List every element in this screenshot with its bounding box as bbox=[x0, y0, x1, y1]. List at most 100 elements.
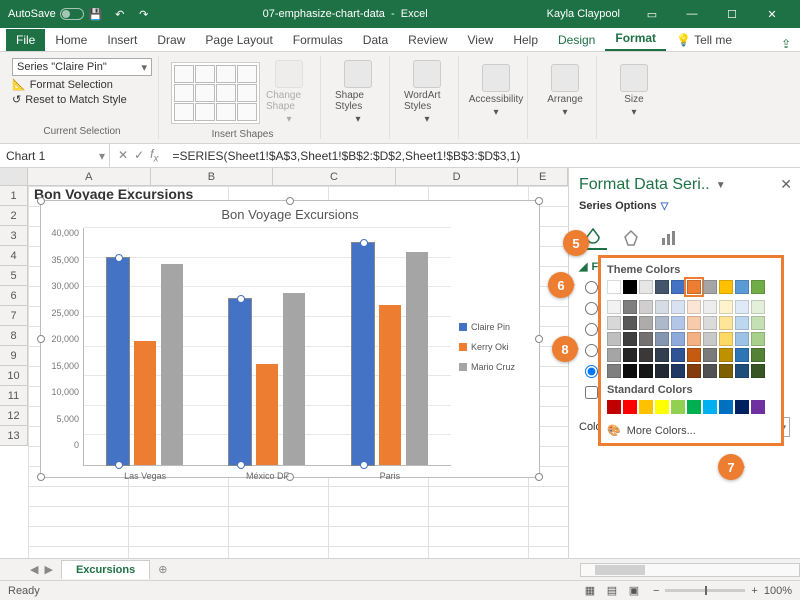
zoom-in-icon[interactable]: + bbox=[751, 585, 757, 597]
horizontal-scrollbar[interactable] bbox=[580, 563, 800, 577]
minimize-icon[interactable]: — bbox=[672, 0, 712, 28]
tab-data[interactable]: Data bbox=[353, 29, 398, 51]
name-box[interactable]: Chart 1 bbox=[0, 144, 110, 167]
fx-icon[interactable]: fx bbox=[150, 147, 158, 164]
zoom-level[interactable]: 100% bbox=[764, 585, 792, 597]
color-swatch[interactable] bbox=[751, 332, 765, 346]
share-icon[interactable]: ⇪ bbox=[772, 37, 800, 51]
bar-series-2[interactable] bbox=[406, 252, 428, 465]
color-swatch[interactable] bbox=[703, 316, 717, 330]
color-swatch[interactable] bbox=[607, 332, 621, 346]
color-swatch[interactable] bbox=[655, 332, 669, 346]
bar-series-0[interactable] bbox=[229, 299, 251, 465]
bar-series-1[interactable] bbox=[134, 341, 156, 465]
color-swatch[interactable] bbox=[687, 316, 701, 330]
row-header[interactable]: 8 bbox=[0, 326, 27, 346]
color-swatch[interactable] bbox=[735, 316, 749, 330]
maximize-icon[interactable]: ☐ bbox=[712, 0, 752, 28]
chart-object[interactable]: Bon Voyage Excursions 40,00035,00030,000… bbox=[40, 200, 540, 478]
color-swatch[interactable] bbox=[671, 364, 685, 378]
plot-area[interactable]: Las VegasMéxico DFParis bbox=[83, 228, 451, 466]
col-header[interactable]: B bbox=[151, 168, 274, 185]
color-swatch[interactable] bbox=[639, 316, 653, 330]
zoom-slider[interactable] bbox=[665, 589, 745, 592]
row-header[interactable]: 12 bbox=[0, 406, 27, 426]
color-swatch[interactable] bbox=[687, 364, 701, 378]
color-swatch[interactable] bbox=[719, 316, 733, 330]
user-name[interactable]: Kayla Claypool bbox=[547, 8, 620, 20]
color-swatch[interactable] bbox=[671, 348, 685, 362]
color-swatch[interactable] bbox=[687, 400, 701, 414]
sheet-nav-next-icon[interactable]: ▶ bbox=[42, 563, 54, 576]
row-header[interactable]: 6 bbox=[0, 286, 27, 306]
color-swatch[interactable] bbox=[623, 316, 637, 330]
series-options-tab-icon[interactable] bbox=[655, 226, 683, 250]
color-swatch[interactable] bbox=[655, 280, 669, 294]
effects-tab-icon[interactable] bbox=[617, 226, 645, 250]
color-swatch[interactable] bbox=[623, 332, 637, 346]
col-header[interactable]: A bbox=[28, 168, 151, 185]
color-swatch[interactable] bbox=[607, 316, 621, 330]
tab-file[interactable]: File bbox=[6, 29, 45, 51]
color-swatch[interactable] bbox=[735, 364, 749, 378]
color-swatch[interactable] bbox=[719, 332, 733, 346]
col-header[interactable]: C bbox=[273, 168, 396, 185]
color-swatch[interactable] bbox=[655, 348, 669, 362]
accessibility-button[interactable]: Accessibility▾ bbox=[471, 62, 521, 120]
color-swatch[interactable] bbox=[719, 300, 733, 314]
bar-series-1[interactable] bbox=[256, 364, 278, 465]
tab-help[interactable]: Help bbox=[503, 29, 548, 51]
color-swatch[interactable] bbox=[655, 300, 669, 314]
color-swatch[interactable] bbox=[687, 348, 701, 362]
color-swatch[interactable] bbox=[607, 300, 621, 314]
color-swatch[interactable] bbox=[671, 400, 685, 414]
color-swatch[interactable] bbox=[687, 280, 701, 294]
color-swatch[interactable] bbox=[607, 280, 621, 294]
row-header[interactable]: 5 bbox=[0, 266, 27, 286]
color-swatch[interactable] bbox=[639, 300, 653, 314]
color-swatch[interactable] bbox=[607, 348, 621, 362]
add-sheet-icon[interactable]: ⊕ bbox=[158, 563, 167, 576]
bar-series-1[interactable] bbox=[379, 305, 401, 465]
zoom-out-icon[interactable]: − bbox=[653, 585, 659, 597]
color-swatch[interactable] bbox=[751, 348, 765, 362]
undo-icon[interactable]: ↶ bbox=[110, 4, 130, 24]
bar-series-0[interactable] bbox=[352, 243, 374, 465]
color-swatch[interactable] bbox=[671, 316, 685, 330]
chart-title[interactable]: Bon Voyage Excursions bbox=[41, 201, 539, 228]
bar-series-2[interactable] bbox=[161, 264, 183, 465]
ribbon-options-icon[interactable]: ▭ bbox=[632, 0, 672, 28]
save-icon[interactable]: 💾 bbox=[86, 4, 106, 24]
color-swatch[interactable] bbox=[735, 332, 749, 346]
color-swatch[interactable] bbox=[623, 280, 637, 294]
row-header[interactable]: 2 bbox=[0, 206, 27, 226]
tab-format[interactable]: Format bbox=[605, 27, 666, 51]
formula-input[interactable]: =SERIES(Sheet1!$A$3,Sheet1!$B$2:$D$2,She… bbox=[166, 149, 800, 163]
bar-series-0[interactable] bbox=[107, 258, 129, 465]
color-swatch[interactable] bbox=[639, 364, 653, 378]
tell-me[interactable]: 💡 Tell me bbox=[666, 29, 742, 51]
color-swatch[interactable] bbox=[719, 364, 733, 378]
shapes-gallery[interactable] bbox=[171, 62, 260, 124]
color-swatch[interactable] bbox=[735, 348, 749, 362]
color-swatch[interactable] bbox=[751, 316, 765, 330]
pane-subtitle[interactable]: Series Options▽ bbox=[579, 200, 790, 212]
color-swatch[interactable] bbox=[735, 400, 749, 414]
tab-page-layout[interactable]: Page Layout bbox=[195, 29, 282, 51]
color-swatch[interactable] bbox=[655, 364, 669, 378]
color-swatch[interactable] bbox=[719, 400, 733, 414]
format-selection-button[interactable]: 📐 Format Selection bbox=[12, 78, 152, 91]
tab-review[interactable]: Review bbox=[398, 29, 457, 51]
color-swatch[interactable] bbox=[703, 332, 717, 346]
color-swatch[interactable] bbox=[639, 332, 653, 346]
more-colors-button[interactable]: 🎨 More Colors... bbox=[607, 420, 775, 437]
row-header[interactable]: 7 bbox=[0, 306, 27, 326]
row-header[interactable]: 13 bbox=[0, 426, 27, 446]
color-swatch[interactable] bbox=[751, 364, 765, 378]
sheet-nav-prev-icon[interactable]: ◀ bbox=[28, 563, 40, 576]
color-swatch[interactable] bbox=[655, 316, 669, 330]
size-button[interactable]: Size▾ bbox=[609, 62, 659, 120]
color-swatch[interactable] bbox=[671, 332, 685, 346]
close-icon[interactable]: ✕ bbox=[752, 0, 792, 28]
bar-series-2[interactable] bbox=[283, 293, 305, 465]
